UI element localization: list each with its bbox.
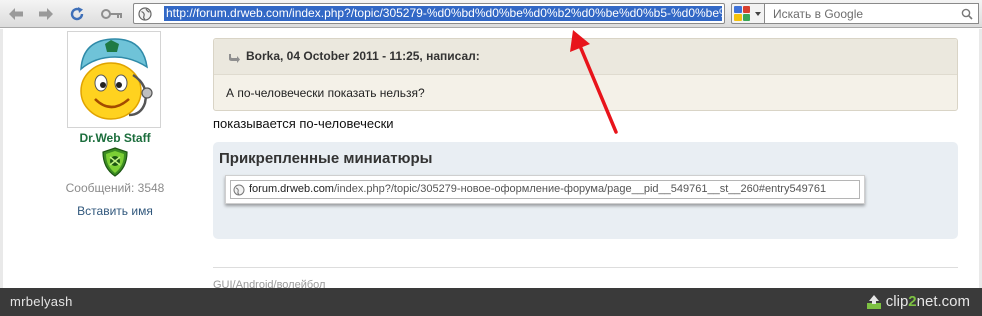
attachments-title: Прикрепленные миниатюры bbox=[219, 150, 433, 167]
post-text: показывается по-человечески bbox=[213, 116, 394, 131]
browser-toolbar: http://forum.drweb.com/index.php?/topic/… bbox=[0, 0, 982, 28]
search-input[interactable]: Искать в Google bbox=[765, 3, 979, 24]
quote-block: Borka, 04 October 2011 - 11:25, написал:… bbox=[213, 38, 958, 111]
search-placeholder: Искать в Google bbox=[773, 7, 864, 21]
insert-name-link[interactable]: Вставить имя bbox=[50, 204, 180, 218]
clip2net-username: mrbelyash bbox=[10, 294, 73, 309]
upload-arrow-icon bbox=[866, 294, 881, 309]
clip2net-brand-accent: 2 bbox=[908, 293, 917, 310]
clip2net-brand-text: clip2net.com bbox=[886, 293, 970, 310]
back-button[interactable] bbox=[6, 4, 26, 24]
search-icon bbox=[961, 8, 973, 20]
shield-rank-icon bbox=[102, 147, 128, 177]
quote-author: Borka, 04 October 2011 - 11:25, написал: bbox=[246, 49, 480, 63]
address-url-text[interactable]: http://forum.drweb.com/index.php?/topic/… bbox=[164, 6, 722, 21]
clip2net-brand-prefix: clip bbox=[885, 293, 909, 310]
quote-text: А по-человечески показать нельзя? bbox=[226, 86, 425, 100]
thumbnail-url: forum.drweb.com/index.php?/topic/305279-… bbox=[249, 183, 826, 195]
reload-button[interactable] bbox=[67, 4, 87, 24]
avatar[interactable] bbox=[67, 31, 161, 128]
signature-divider bbox=[213, 267, 958, 268]
quote-header: Borka, 04 October 2011 - 11:25, написал: bbox=[214, 39, 957, 75]
quote-arrow-icon bbox=[229, 54, 240, 63]
attachment-thumbnail[interactable]: forum.drweb.com/index.php?/topic/305279-… bbox=[225, 175, 865, 204]
clip2net-bar: mrbelyash clip2net.com bbox=[0, 288, 982, 316]
google-logo-icon bbox=[734, 6, 750, 21]
search-button[interactable] bbox=[958, 5, 976, 22]
key-icon bbox=[101, 9, 122, 19]
thumbnail-url-path: /index.php?/topic/305279-новое-оформлени… bbox=[333, 183, 827, 195]
post-count: Сообщений: 3548 bbox=[65, 181, 165, 195]
site-key-button[interactable] bbox=[100, 4, 124, 24]
back-arrow-icon bbox=[9, 8, 23, 20]
chevron-down-icon bbox=[755, 12, 761, 16]
forward-arrow-icon bbox=[39, 8, 53, 20]
signature-text: GUI/Android/волейбол bbox=[213, 279, 326, 288]
globe-icon bbox=[138, 7, 152, 21]
thumbnail-url-bar: forum.drweb.com/index.php?/topic/305279-… bbox=[230, 180, 860, 199]
address-bar[interactable]: http://forum.drweb.com/index.php?/topic/… bbox=[133, 3, 725, 24]
forum-page: Dr.Web Staff Сообщений: 3548 Вставить им… bbox=[0, 29, 982, 288]
clip2net-logo[interactable]: clip2net.com bbox=[866, 293, 970, 310]
thumbnail-url-host: forum.drweb.com bbox=[249, 183, 334, 195]
clip2net-brand-suffix: net.com bbox=[916, 293, 970, 310]
forward-button[interactable] bbox=[36, 4, 56, 24]
globe-icon bbox=[233, 184, 245, 196]
author-name[interactable]: Dr.Web Staff bbox=[60, 131, 170, 145]
doctor-smiley-avatar-icon bbox=[71, 35, 157, 124]
reload-icon bbox=[70, 7, 84, 21]
attachments-panel: Прикрепленные миниатюры forum.drweb.com/… bbox=[213, 142, 958, 239]
search-engine-selector[interactable] bbox=[731, 3, 765, 24]
